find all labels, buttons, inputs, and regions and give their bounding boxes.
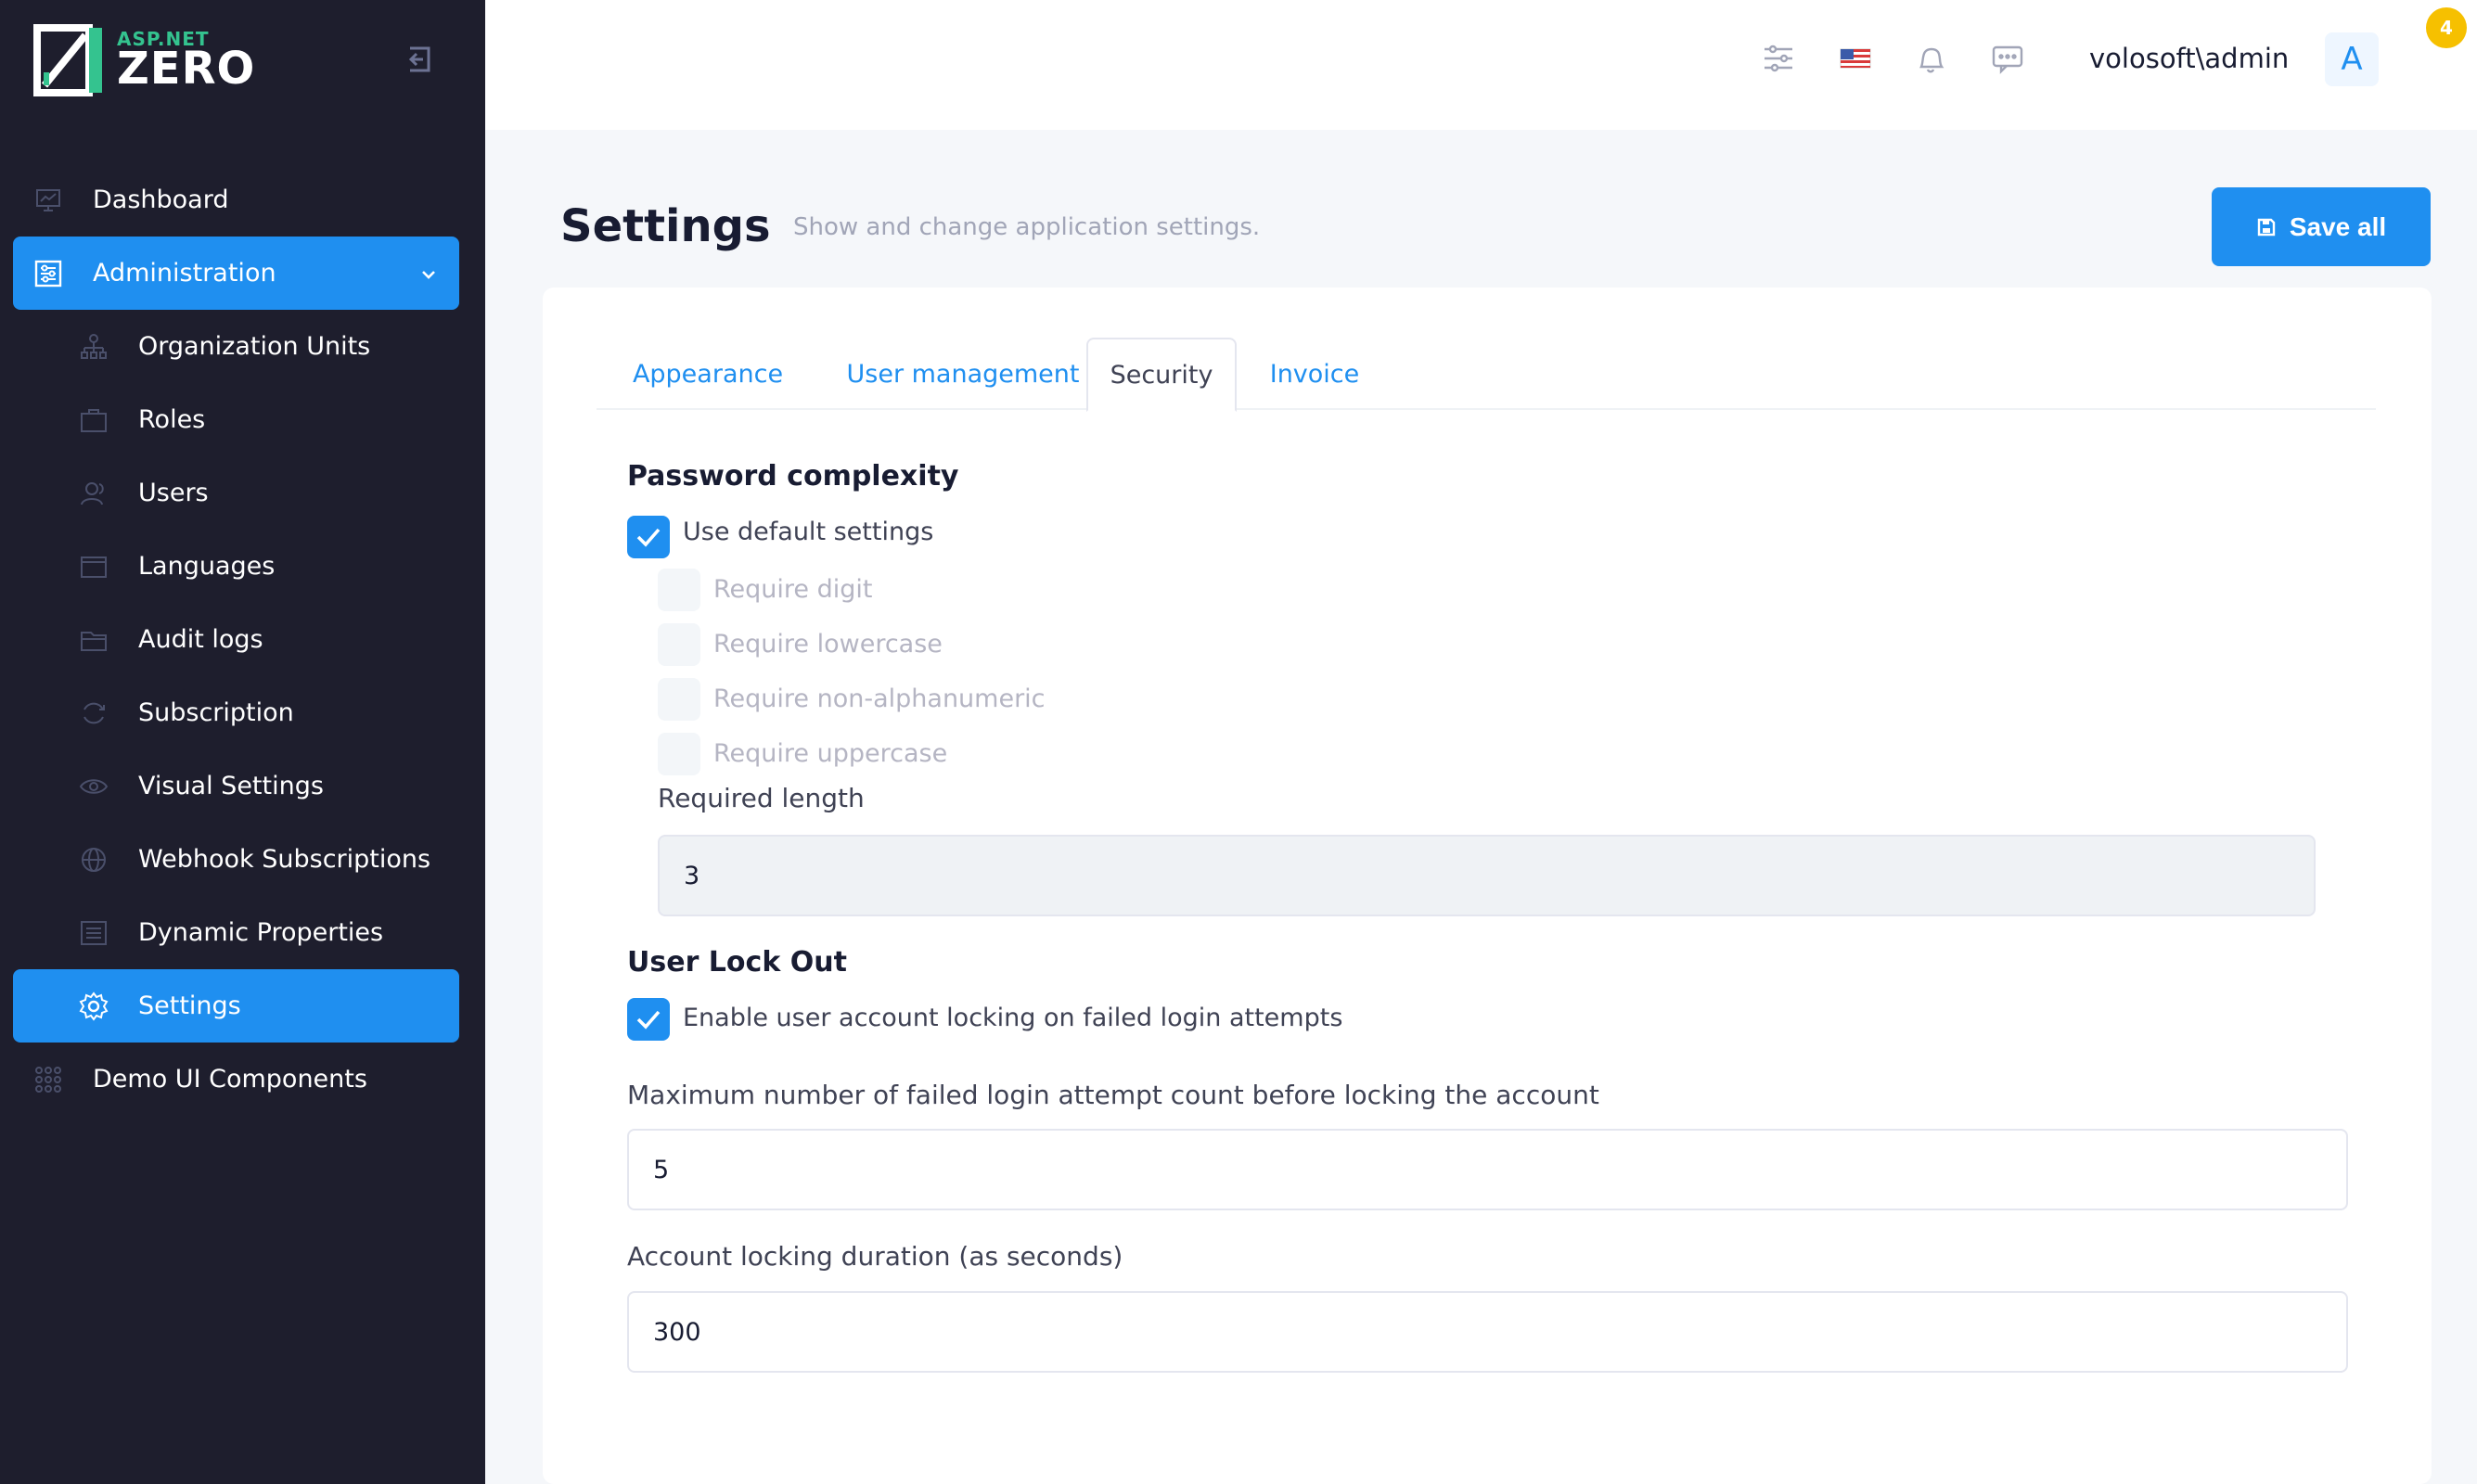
sidebar: ASP.NET ZERO Dashboard Administration Or… bbox=[0, 0, 485, 1484]
settings-sliders-icon bbox=[33, 259, 63, 288]
tab-invoice[interactable]: Invoice bbox=[1237, 338, 1393, 410]
require-nonalphanumeric-label: Require non-alphanumeric bbox=[713, 684, 1046, 713]
logo-icon bbox=[33, 24, 106, 96]
sidebar-item-organization-units[interactable]: Organization Units bbox=[13, 310, 459, 383]
sidebar-item-label: Dynamic Properties bbox=[138, 918, 384, 947]
checkmark-icon bbox=[636, 1010, 661, 1030]
sidebar-item-label: Administration bbox=[93, 259, 276, 288]
settings-card: Appearance User management Security Invo… bbox=[543, 288, 2432, 1484]
enable-lockout-checkbox[interactable] bbox=[627, 998, 670, 1041]
sidebar-item-label: Webhook Subscriptions bbox=[138, 845, 431, 874]
list-icon bbox=[79, 918, 109, 948]
globe-icon bbox=[79, 845, 109, 875]
sidebar-item-label: Dashboard bbox=[93, 186, 229, 214]
require-digit-checkbox[interactable] bbox=[658, 569, 700, 611]
window-icon bbox=[79, 552, 109, 582]
grid-dots-icon bbox=[33, 1065, 63, 1094]
sidebar-item-users[interactable]: Users bbox=[13, 456, 459, 530]
require-lowercase-checkbox[interactable] bbox=[658, 623, 700, 666]
sidebar-item-label: Demo UI Components bbox=[93, 1065, 367, 1094]
require-uppercase-label: Require uppercase bbox=[713, 739, 948, 768]
sidebar-menu: Dashboard Administration Organization Un… bbox=[13, 163, 459, 1116]
sidebar-item-subscription[interactable]: Subscription bbox=[13, 676, 459, 749]
tab-appearance[interactable]: Appearance bbox=[597, 338, 819, 410]
required-length-label: Required length bbox=[658, 783, 865, 813]
sidebar-item-visual-settings[interactable]: Visual Settings bbox=[13, 749, 459, 823]
eye-icon bbox=[79, 772, 109, 801]
sidebar-item-roles[interactable]: Roles bbox=[13, 383, 459, 456]
sidebar-item-settings[interactable]: Settings bbox=[13, 969, 459, 1043]
sidebar-item-label: Audit logs bbox=[138, 625, 263, 654]
user-lockout-title: User Lock Out bbox=[627, 946, 847, 979]
sidebar-item-dynamic-properties[interactable]: Dynamic Properties bbox=[13, 896, 459, 969]
sidebar-item-webhook-subscriptions[interactable]: Webhook Subscriptions bbox=[13, 823, 459, 896]
lock-duration-label: Account locking duration (as seconds) bbox=[627, 1241, 1123, 1272]
password-complexity-title: Password complexity bbox=[627, 460, 959, 493]
sidebar-item-demo-ui-components[interactable]: Demo UI Components bbox=[13, 1043, 459, 1116]
use-default-settings-checkbox[interactable] bbox=[627, 516, 670, 558]
checkmark-icon bbox=[636, 528, 661, 547]
sidebar-item-label: Roles bbox=[138, 405, 206, 434]
notification-badge: 4 bbox=[2426, 7, 2467, 48]
topbar: 4 volosoft\admin A bbox=[485, 0, 2477, 130]
require-nonalphanumeric-checkbox[interactable] bbox=[658, 678, 700, 721]
page-subtitle: Show and change application settings. bbox=[793, 213, 1261, 241]
sidebar-item-languages[interactable]: Languages bbox=[13, 530, 459, 603]
sidebar-item-label: Settings bbox=[138, 991, 241, 1020]
hierarchy-icon bbox=[79, 332, 109, 362]
brand-logo[interactable]: ASP.NET ZERO bbox=[33, 24, 255, 96]
max-attempts-label: Maximum number of failed login attempt c… bbox=[627, 1080, 1599, 1110]
require-lowercase-label: Require lowercase bbox=[713, 630, 943, 659]
sidebar-item-label: Organization Units bbox=[138, 332, 371, 361]
user-name[interactable]: volosoft\admin bbox=[2089, 43, 2289, 74]
users-icon bbox=[79, 479, 109, 508]
chevron-down-icon bbox=[418, 262, 439, 291]
lock-duration-input[interactable]: 300 bbox=[627, 1291, 2348, 1373]
save-all-button[interactable]: Save all bbox=[2212, 187, 2431, 266]
sidebar-item-label: Visual Settings bbox=[138, 772, 324, 800]
use-default-settings-label: Use default settings bbox=[683, 518, 934, 546]
required-length-input[interactable]: 3 bbox=[658, 835, 2316, 916]
enable-lockout-label: Enable user account locking on failed lo… bbox=[683, 1004, 1343, 1032]
brand-big: ZERO bbox=[117, 43, 256, 95]
page-title: Settings bbox=[560, 200, 771, 252]
bell-icon[interactable] bbox=[1913, 41, 1948, 76]
filter-sliders-icon[interactable] bbox=[1761, 41, 1796, 76]
sidebar-item-audit-logs[interactable]: Audit logs bbox=[13, 603, 459, 676]
save-all-label: Save all bbox=[2289, 211, 2387, 241]
tab-user-management[interactable]: User management bbox=[819, 338, 1107, 410]
sidebar-item-label: Subscription bbox=[138, 698, 294, 727]
refresh-icon bbox=[79, 698, 109, 728]
folder-icon bbox=[79, 625, 109, 655]
require-uppercase-checkbox[interactable] bbox=[658, 733, 700, 775]
gear-icon bbox=[79, 991, 109, 1021]
sidebar-collapse-icon[interactable] bbox=[403, 43, 436, 76]
floppy-disk-icon bbox=[2257, 218, 2276, 236]
avatar[interactable]: A bbox=[2325, 32, 2379, 86]
sidebar-item-label: Users bbox=[138, 479, 209, 507]
us-flag-icon[interactable] bbox=[1838, 41, 1873, 76]
require-digit-label: Require digit bbox=[713, 575, 873, 604]
settings-tabs: Appearance User management Security Invo… bbox=[597, 338, 2376, 412]
max-attempts-input[interactable]: 5 bbox=[627, 1129, 2348, 1210]
monitor-icon bbox=[33, 186, 63, 215]
tab-security[interactable]: Security bbox=[1086, 338, 1237, 412]
sidebar-item-administration[interactable]: Administration bbox=[13, 237, 459, 310]
chat-icon[interactable] bbox=[1990, 41, 2025, 76]
briefcase-icon bbox=[79, 405, 109, 435]
sidebar-item-dashboard[interactable]: Dashboard bbox=[13, 163, 459, 237]
sidebar-item-label: Languages bbox=[138, 552, 276, 581]
